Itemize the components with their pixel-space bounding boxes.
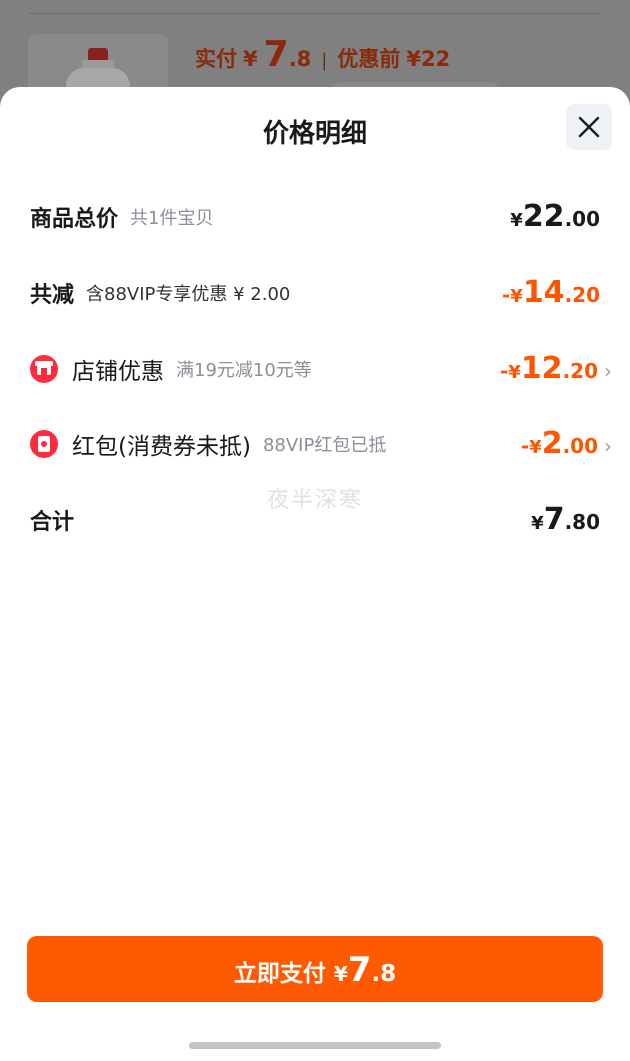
paid-currency: ¥ (243, 47, 258, 71)
background-divider (28, 13, 602, 14)
row-red-packet[interactable]: 红包(消费券未抵) 88VIP红包已抵 - ¥ 2 .00 › (30, 424, 612, 464)
pay-button-currency: ¥ (333, 962, 348, 986)
sheet-title: 价格明细 (262, 119, 367, 149)
original-label: 优惠前 (337, 47, 401, 71)
row-label: 共减 (30, 283, 75, 308)
pay-button-label: 立即支付 (233, 961, 326, 987)
price-detail-sheet: 价格明细 商品总价 共1件宝贝 ¥ 22 .00 共减 含88VIP专享优惠 ¥… (0, 87, 630, 1061)
amount-currency: ¥ (531, 513, 544, 534)
product-thumbnail (28, 34, 168, 94)
close-icon (578, 116, 600, 138)
home-indicator[interactable] (189, 1042, 441, 1049)
row-total-discount: 共减 含88VIP专享优惠 ¥ 2.00 - ¥ 14 .20 (30, 273, 600, 313)
amount-int: 14 (522, 275, 565, 310)
pay-now-button[interactable]: 立即支付 ¥ 7 .8 (27, 936, 603, 1002)
amount-int: 12 (520, 351, 563, 386)
chevron-right-icon: › (604, 359, 612, 383)
amount-currency: ¥ (508, 362, 521, 383)
row-sub: 88VIP红包已抵 (262, 435, 387, 456)
paid-amount-dec: .8 (288, 47, 312, 71)
amount-dec: .20 (562, 359, 598, 383)
amount-dec: .20 (564, 283, 600, 307)
chevron-right-icon: › (604, 434, 612, 458)
pay-button-int: 7 (347, 950, 372, 990)
amount-sign: - (501, 283, 511, 307)
row-sub: 含88VIP专享优惠 ¥ 2.00 (86, 284, 291, 305)
price-separator: | (321, 50, 328, 71)
pay-button-dec: .8 (371, 961, 397, 987)
paid-label: 实付 (195, 47, 237, 71)
row-label: 红包(消费券未抵) (72, 434, 251, 460)
row-sub: 满19元减10元等 (176, 360, 312, 381)
background-price-line: 实付 ¥ 7 .8 | 优惠前 ¥22 (195, 34, 450, 78)
amount-sign: - (499, 359, 509, 383)
row-amount: - ¥ 14 .20 (502, 275, 600, 310)
original-price: ¥22 (406, 47, 451, 71)
amount-int: 2 (541, 426, 563, 461)
amount-sign: - (520, 434, 530, 458)
red-packet-icon (30, 430, 58, 458)
watermark: 夜半深寒 (266, 488, 363, 513)
row-amount: ¥ 22 .00 (510, 199, 600, 234)
paid-amount-int: 7 (263, 34, 289, 75)
close-button[interactable] (566, 104, 612, 150)
amount-currency: ¥ (529, 437, 542, 458)
row-label: 商品总价 (30, 207, 119, 232)
row-goods-total: 商品总价 共1件宝贝 ¥ 22 .00 (30, 197, 600, 237)
row-sub: 共1件宝贝 (130, 208, 214, 229)
row-label: 店铺优惠 (72, 359, 164, 385)
amount-int: 22 (522, 199, 565, 234)
amount-dec: .00 (564, 207, 600, 231)
store-icon (30, 355, 58, 383)
amount-dec: .00 (562, 434, 598, 458)
amount-currency: ¥ (510, 286, 523, 307)
amount-currency: ¥ (510, 210, 523, 231)
row-amount: - ¥ 2 .00 (521, 426, 598, 461)
row-store-discount[interactable]: 店铺优惠 满19元减10元等 - ¥ 12 .20 › (30, 349, 612, 389)
row-amount: - ¥ 12 .20 (500, 351, 598, 386)
